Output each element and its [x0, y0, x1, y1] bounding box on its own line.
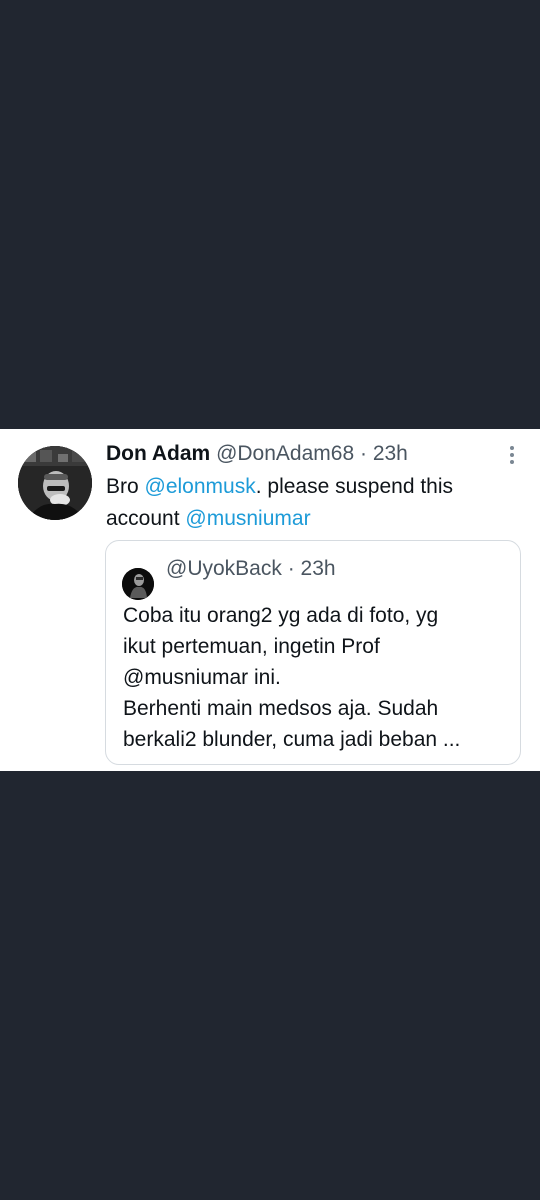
mention-link[interactable]: @elonmusk: [145, 475, 256, 498]
quoted-tweet-header: @UyokBack · 23h: [166, 554, 336, 584]
quoted-tweet-text: Coba itu orang2 yg ada di foto, yg ikut …: [123, 600, 513, 755]
quoted-text-line: ikut pertemuan, ingetin Prof: [123, 635, 380, 658]
quoted-tweet-card[interactable]: @UyokBack · 23h Coba itu orang2 yg ada d…: [105, 540, 521, 765]
vertical-ellipsis-icon[interactable]: [500, 443, 524, 467]
mention-link[interactable]: @musniumar: [185, 507, 310, 530]
tweet-text-prefix: Bro: [106, 475, 145, 498]
tweet-card[interactable]: Don Adam @DonAdam68 · 23h Bro @elonmusk.…: [0, 429, 540, 771]
quoted-text-line: @musniumar ini.: [123, 666, 281, 689]
author-avatar-image: [18, 446, 92, 520]
quoted-author-handle[interactable]: @UyokBack: [166, 557, 282, 580]
author-avatar[interactable]: [18, 446, 92, 520]
tweet-header: Don Adam @DonAdam68 · 23h: [106, 439, 408, 469]
tweet-text: Bro @elonmusk. please suspend this accou…: [106, 471, 516, 535]
author-handle[interactable]: @DonAdam68: [216, 442, 354, 465]
quoted-header-separator: ·: [287, 557, 295, 580]
header-separator: ·: [359, 442, 367, 465]
author-name[interactable]: Don Adam: [106, 442, 210, 465]
quoted-text-line: berkali2 blunder, cuma jadi beban ...: [123, 728, 461, 751]
quoted-text-line: Berhenti main medsos aja. Sudah: [123, 697, 439, 720]
quoted-tweet-timestamp[interactable]: 23h: [301, 557, 336, 580]
tweet-timestamp[interactable]: 23h: [373, 442, 408, 465]
quoted-text-line: Coba itu orang2 yg ada di foto, yg: [123, 604, 439, 627]
quoted-author-avatar-image: [122, 568, 154, 600]
quoted-author-avatar[interactable]: [122, 568, 154, 600]
